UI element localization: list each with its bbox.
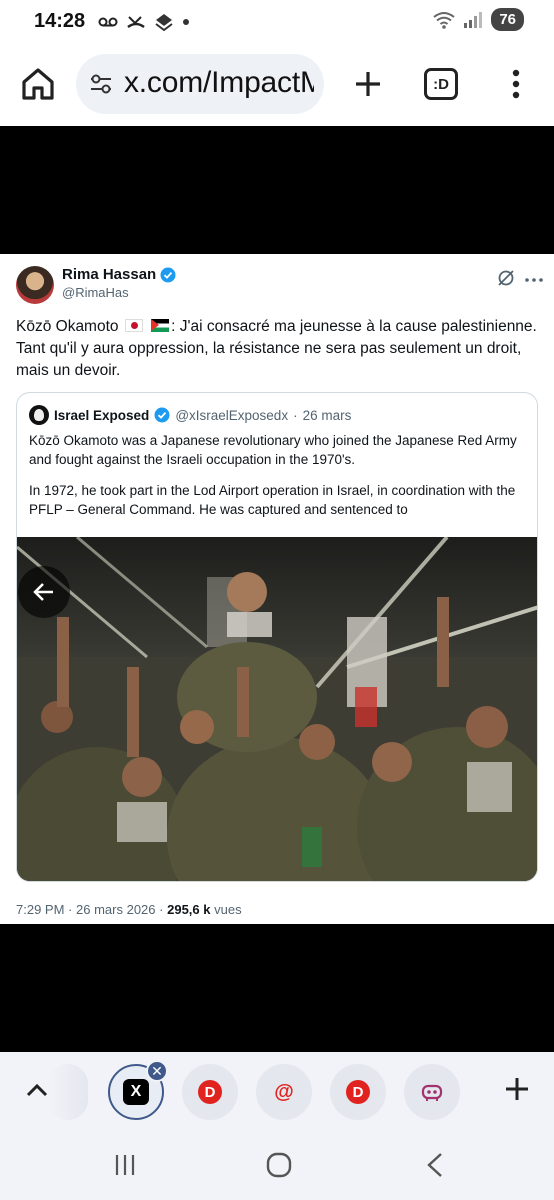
- status-right-icons: 76: [433, 8, 524, 31]
- status-time: 14:28: [34, 10, 86, 32]
- d-logo-icon: D: [198, 1080, 222, 1104]
- battery-indicator: 76: [491, 8, 524, 31]
- letterbox-bottom: [0, 924, 554, 1052]
- author-name[interactable]: Rima Hassan: [62, 266, 156, 283]
- tab-strip: X ✕ D @ D: [0, 1052, 554, 1136]
- quoted-tweet[interactable]: Israel Exposed @xIsraelExposedx · 26 mar…: [16, 392, 538, 882]
- quote-author-name: Israel Exposed: [54, 407, 150, 423]
- quote-date: 26 mars: [302, 407, 352, 423]
- arrow-back-icon: [33, 583, 53, 601]
- tab-at[interactable]: @: [256, 1064, 312, 1120]
- author-name-row[interactable]: Rima Hassan: [62, 266, 176, 283]
- signal-icon: [464, 11, 483, 28]
- quote-separator: ·: [293, 407, 298, 423]
- more-horiz-icon[interactable]: [524, 270, 544, 290]
- tweet-card[interactable]: Rima Hassan @RimaHas Kōzō Okamoto : J'ai…: [0, 254, 554, 924]
- image-back-button[interactable]: [18, 566, 70, 618]
- tweet-meta-separator-1: ·: [68, 902, 73, 917]
- system-nav-bar: [0, 1136, 554, 1200]
- tweet-views-label: vues: [214, 902, 242, 917]
- tweet-text-prefix: Kōzō Okamoto: [16, 318, 119, 335]
- tab-d-1[interactable]: D: [182, 1064, 238, 1120]
- tweet-views-count: 295,6 k: [167, 902, 211, 917]
- close-tab-icon[interactable]: ✕: [146, 1060, 168, 1082]
- author-handle[interactable]: @RimaHas: [62, 285, 129, 300]
- tab-x[interactable]: X ✕: [108, 1060, 168, 1120]
- d-logo-icon: D: [346, 1080, 370, 1104]
- status-left-icons: [98, 12, 190, 32]
- tweet-meta: 7:29 PM · 26 mars 2026 · 295,6 k vues: [16, 902, 242, 917]
- tweet-meta-separator-2: ·: [159, 902, 164, 917]
- home-icon[interactable]: [18, 64, 58, 104]
- letterbox-top: [0, 126, 554, 254]
- quote-header: Israel Exposed @xIsraelExposedx · 26 mar…: [29, 405, 351, 425]
- dot-icon: [183, 19, 189, 25]
- quote-paragraph-2: In 1972, he took part in the Lod Airport…: [29, 483, 516, 517]
- quote-paragraph-1: Kōzō Okamoto was a Japanese revolutionar…: [29, 433, 517, 467]
- voicemail-icon: [98, 17, 118, 27]
- tweet-text: Kōzō Okamoto : J'ai consacré ma jeunesse…: [16, 316, 540, 382]
- tab-d-2[interactable]: D: [330, 1064, 386, 1120]
- wifi-icon: [433, 11, 455, 29]
- verified-badge-icon: [160, 267, 176, 282]
- at-logo-icon: @: [274, 1080, 294, 1103]
- add-tab-icon[interactable]: [500, 1072, 534, 1106]
- address-bar[interactable]: x.com/ImpactM: [76, 54, 324, 114]
- quote-photo[interactable]: [17, 537, 537, 881]
- palestine-flag-icon: [151, 319, 170, 332]
- quote-author-handle: @xIsraelExposedx: [175, 407, 289, 423]
- tab-robot[interactable]: [404, 1064, 460, 1120]
- x-logo-icon: X: [123, 1079, 149, 1105]
- verified-badge-icon: [154, 407, 170, 423]
- system-home-icon[interactable]: [265, 1151, 293, 1179]
- grok-icon[interactable]: [496, 268, 516, 288]
- author-avatar[interactable]: [16, 266, 54, 304]
- photo-illustration: [17, 537, 537, 881]
- quote-text: Kōzō Okamoto was a Japanese revolutionar…: [29, 431, 529, 519]
- japan-flag-icon: [124, 319, 143, 332]
- tweet-date: 26 mars 2026: [76, 902, 156, 917]
- site-settings-icon[interactable]: [88, 71, 114, 97]
- more-vert-icon[interactable]: [500, 64, 532, 104]
- quote-avatar: [29, 405, 49, 425]
- url-text[interactable]: x.com/ImpactM: [124, 66, 314, 100]
- browser-toolbar: x.com/ImpactM :D: [0, 44, 554, 126]
- missed-call-icon: [127, 16, 145, 29]
- robot-logo-icon: [421, 1084, 443, 1101]
- new-tab-icon[interactable]: [348, 64, 388, 104]
- tab-switcher-button[interactable]: :D: [424, 68, 458, 100]
- status-bar: 14:28 76: [0, 0, 554, 44]
- system-back-icon[interactable]: [424, 1151, 446, 1179]
- tweet-time: 7:29 PM: [16, 902, 65, 917]
- recent-apps-icon[interactable]: [112, 1152, 138, 1178]
- app-notification-icon: [155, 14, 173, 32]
- tab-overflow[interactable]: [48, 1064, 88, 1120]
